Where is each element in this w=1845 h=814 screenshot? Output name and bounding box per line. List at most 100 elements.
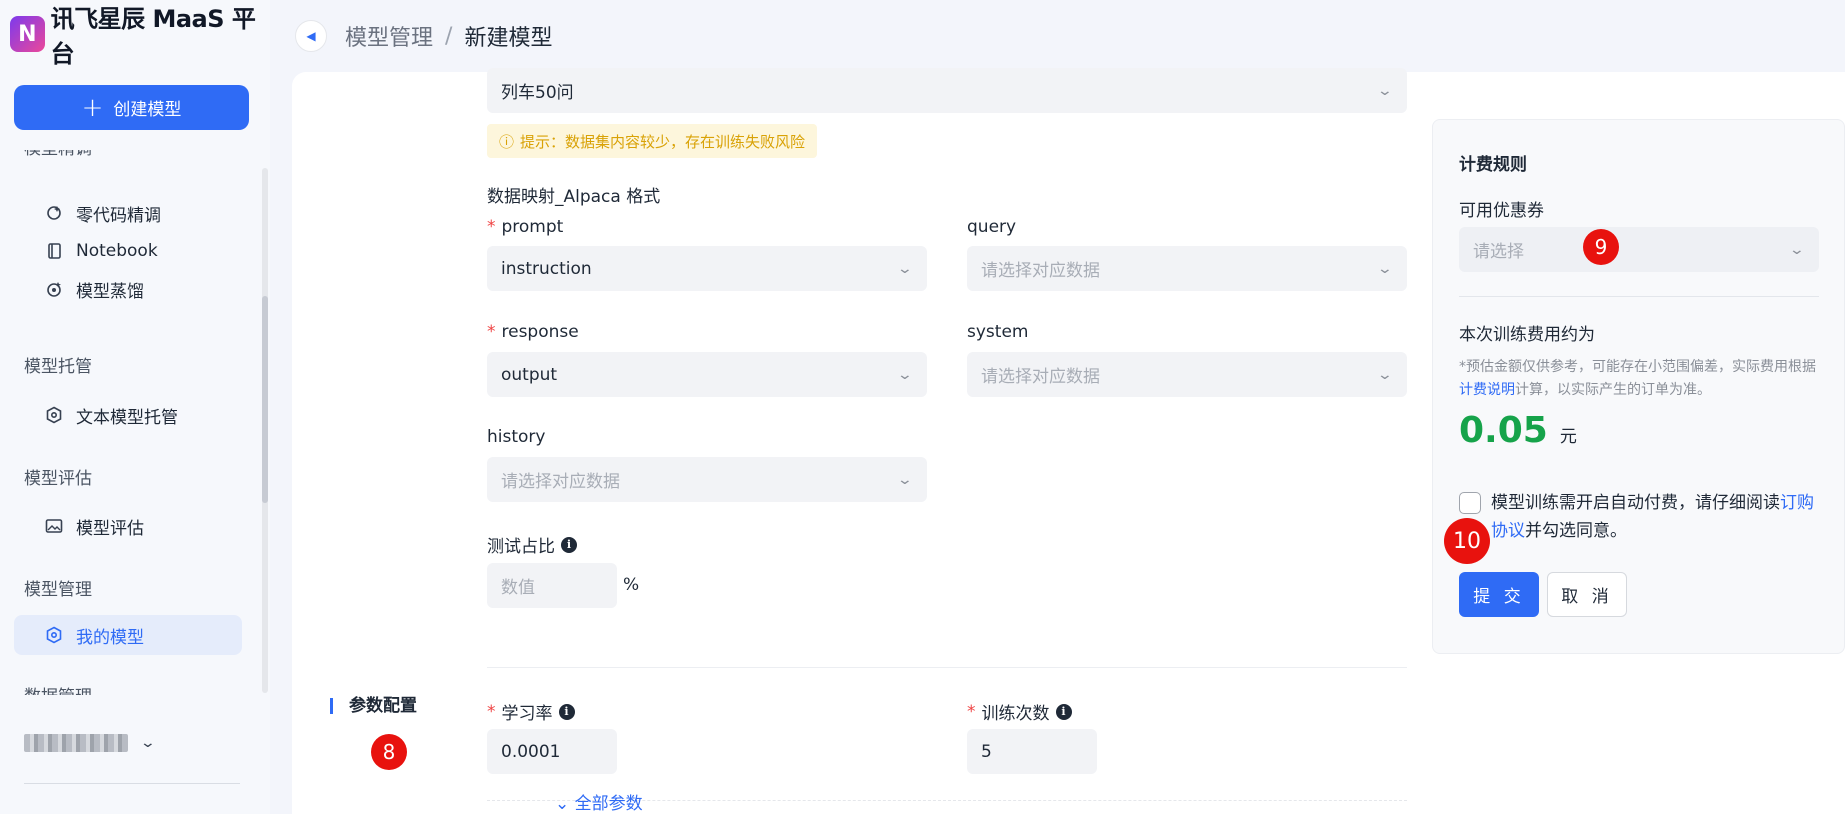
chevron-down-icon: ⌄: [1376, 366, 1394, 383]
dataset-warning-hint: ⓘ 提示：数据集内容较少，存在训练失败风险: [487, 124, 818, 158]
agree-prefix: 模型训练需开启自动付费，请仔细阅读: [1491, 493, 1780, 513]
info-icon[interactable]: i: [558, 703, 575, 720]
agree-suffix: 并勾选同意。: [1525, 521, 1627, 541]
brand-logo-icon: N: [10, 16, 45, 52]
chevron-down-icon: ⌄: [896, 366, 914, 383]
lr-label-text: 学习率: [501, 704, 553, 724]
breadcrumb-current: 新建模型: [464, 26, 553, 51]
all-params-label: 全部参数: [574, 794, 643, 814]
note-suffix: 计算，以实际产生的订单为准。: [1515, 382, 1711, 398]
chevron-down-icon: ⌄: [1788, 241, 1806, 258]
sidebar-nav: 模型精调 零代码精调 Notebook 模型蒸馏 模型托管 文本模型托管: [0, 150, 262, 695]
billing-panel: 计费规则 可用优惠券 请选择 ⌄ 本次训练费用约为 *预估金额仅供参考，可能存在…: [1432, 119, 1845, 654]
agreement-row: 模型训练需开启自动付费，请仔细阅读订购协议并勾选同意。: [1459, 489, 1819, 545]
epochs-label: * 训练次数 i: [967, 699, 1072, 724]
sidebar-item-label: 我的模型: [76, 627, 144, 648]
all-params-toggle[interactable]: ⌄ 全部参数: [555, 789, 643, 814]
note-prefix: *预估金额仅供参考，可能存在小范围偏差，实际费用根据: [1459, 359, 1816, 375]
nav-group-data: 数据管理: [24, 682, 92, 695]
coupon-select[interactable]: 请选择 ⌄: [1459, 227, 1819, 272]
price-unit: 元: [1559, 427, 1577, 447]
epochs-label-text: 训练次数: [981, 704, 1050, 724]
price-display: 0.05 元: [1459, 410, 1577, 451]
cancel-button[interactable]: 取 消: [1547, 572, 1627, 617]
epochs-input[interactable]: 5: [967, 729, 1097, 774]
lr-label: * 学习率 i: [487, 699, 575, 724]
mapping-title: 数据映射_Alpaca 格式: [487, 187, 661, 207]
response-select[interactable]: output ⌄: [487, 352, 927, 397]
chevron-down-icon: ⌄: [896, 471, 914, 488]
sidebar-item-my-models[interactable]: 我的模型: [14, 615, 242, 655]
system-select[interactable]: 请选择对应数据 ⌄: [967, 352, 1407, 397]
brand-logo[interactable]: N 讯飞星辰 MaaS 平台: [10, 5, 270, 68]
info-icon[interactable]: i: [1055, 703, 1072, 720]
test-ratio-label: 测试占比 i: [487, 532, 577, 557]
nav-group-hosting: 模型托管: [24, 357, 92, 377]
test-ratio-label-text: 测试占比: [487, 537, 555, 557]
coupon-placeholder: 请选择: [1473, 242, 1524, 262]
sidebar-item-label: 模型蒸馏: [76, 281, 144, 302]
billing-explanation-link[interactable]: 计费说明: [1459, 382, 1515, 398]
history-select[interactable]: 请选择对应数据 ⌄: [487, 457, 927, 502]
coupon-label: 可用优惠券: [1459, 201, 1544, 221]
learning-rate-input[interactable]: 0.0001: [487, 729, 617, 774]
caret-left-icon: ◀: [306, 29, 316, 43]
create-model-button[interactable]: + 创建模型: [14, 85, 249, 130]
sidebar-item-zero-code[interactable]: 零代码精调: [14, 193, 242, 233]
section-title-params: 参数配置: [330, 698, 417, 715]
dataset-select[interactable]: 列车50问 ⌄: [487, 68, 1407, 113]
breadcrumb: ◀ 模型管理 / 新建模型: [270, 0, 1845, 72]
sidebar-divider: [24, 783, 240, 784]
price-value: 0.05: [1459, 410, 1548, 451]
sidebar-item-label: 零代码精调: [76, 205, 161, 226]
user-menu[interactable]: ⌄: [24, 734, 157, 752]
sidebar-item-distill[interactable]: 模型蒸馏: [14, 269, 242, 309]
distill-icon: [44, 279, 64, 299]
dataset-value: 列车50问: [501, 83, 574, 103]
create-model-label: 创建模型: [113, 100, 182, 120]
cost-label: 本次训练费用约为: [1459, 325, 1595, 345]
annotation-badge-8: 8: [371, 734, 407, 770]
prompt-label-text: prompt: [501, 217, 564, 237]
section-divider: [487, 667, 1407, 668]
nav-group-model-mgmt: 模型管理: [24, 580, 92, 600]
sidebar-item-notebook[interactable]: Notebook: [14, 231, 242, 271]
nav-group-eval: 模型评估: [24, 469, 92, 489]
image-frame-icon: [44, 516, 64, 536]
hint-text: 提示：数据集内容较少，存在训练失败风险: [520, 132, 806, 151]
percent-suffix: %: [623, 575, 640, 595]
info-icon[interactable]: i: [561, 536, 577, 553]
submit-button[interactable]: 提 交: [1459, 572, 1539, 617]
plus-icon: +: [81, 92, 104, 123]
panel-divider: [1459, 296, 1819, 297]
test-ratio-input[interactable]: 数值: [487, 563, 617, 608]
double-chevron-down-icon: ⌄: [555, 794, 570, 814]
sidebar-scrollbar[interactable]: [262, 168, 268, 693]
sidebar-item-text-hosting[interactable]: 文本模型托管: [14, 395, 242, 435]
annotation-badge-9: 9: [1583, 229, 1619, 265]
sidebar-item-label: Notebook: [76, 241, 158, 261]
info-circle-icon: ⓘ: [499, 132, 515, 151]
system-label: system: [967, 322, 1029, 342]
prompt-select[interactable]: instruction ⌄: [487, 246, 927, 291]
chevron-down-icon: ⌄: [139, 735, 157, 751]
brand-name: 讯飞星辰 MaaS 平台: [50, 5, 256, 68]
cost-note: *预估金额仅供参考，可能存在小范围偏差，实际费用根据计费说明计算，以实际产生的订…: [1459, 356, 1819, 402]
prompt-label: * prompt: [487, 217, 563, 237]
required-mark: *: [967, 701, 976, 722]
sidebar-item-label: 文本模型托管: [76, 407, 178, 428]
agreement-checkbox[interactable]: [1459, 492, 1481, 514]
required-mark: *: [487, 701, 496, 722]
sidebar-item-eval[interactable]: 模型评估: [14, 506, 242, 546]
breadcrumb-parent[interactable]: 模型管理: [345, 20, 433, 52]
scrollbar-thumb[interactable]: [262, 296, 268, 503]
required-mark: *: [487, 322, 496, 342]
annotation-badge-10: 10: [1444, 518, 1490, 564]
back-button[interactable]: ◀: [295, 20, 327, 52]
system-placeholder: 请选择对应数据: [981, 367, 1100, 387]
nav-group-finetune: 模型精调: [24, 150, 92, 159]
notebook-icon: [44, 241, 64, 261]
required-mark: *: [487, 217, 496, 237]
query-select[interactable]: 请选择对应数据 ⌄: [967, 246, 1407, 291]
sidebar-item-label: 模型评估: [76, 518, 144, 539]
